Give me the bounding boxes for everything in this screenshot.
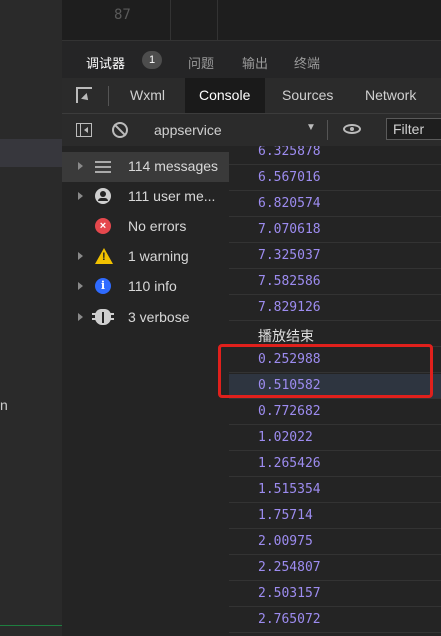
sidebar-item-warnings[interactable]: ! 1 warning — [62, 242, 229, 272]
sidebar-item-errors[interactable]: × No errors — [62, 212, 229, 242]
tab-output[interactable]: 输出 — [242, 53, 268, 72]
sidebar-item-verbose[interactable]: 3 verbose — [62, 303, 229, 333]
log-row: 6.325878 — [229, 146, 441, 165]
log-text: 播放结束 — [258, 329, 314, 345]
tab-network[interactable]: Network — [365, 87, 416, 103]
indent-guide — [217, 0, 218, 40]
tab-terminal[interactable]: 终端 — [294, 53, 320, 72]
tab-problems[interactable]: 问题 — [188, 53, 214, 72]
log-text: 1.75714 — [258, 508, 313, 523]
sidebar-item-user-messages[interactable]: 111 user me... — [62, 182, 229, 212]
devtools-tab-bar: Wxml Console Sources Network — [62, 78, 441, 114]
tab-console[interactable]: Console — [199, 87, 250, 103]
context-selector[interactable]: appservice — [154, 122, 222, 138]
divider — [327, 120, 328, 140]
console-sidebar: 114 messages 111 user me... × No errors … — [62, 146, 230, 636]
log-row: 7.325037 — [229, 244, 441, 269]
log-text: 0.772682 — [258, 404, 321, 419]
log-text: 2.503157 — [258, 586, 321, 601]
log-text: 1.02022 — [258, 430, 313, 445]
editor-area: 87 — [62, 0, 441, 40]
log-text: 7.829126 — [258, 300, 321, 315]
log-text: 1.265426 — [258, 456, 321, 471]
log-row: 6.820574 — [229, 192, 441, 217]
inspect-element-icon[interactable] — [76, 87, 92, 103]
log-text: 7.582586 — [258, 274, 321, 289]
annotation-highlight-box — [218, 344, 433, 398]
sidebar-toggle-icon[interactable] — [76, 123, 92, 137]
bug-icon — [92, 309, 114, 325]
log-row: 0.772682 — [229, 400, 441, 425]
log-row: 7.582586 — [229, 270, 441, 295]
log-row: 6.567016 — [229, 166, 441, 191]
divider — [108, 86, 109, 106]
sidebar-item-label: 3 verbose — [128, 309, 190, 325]
live-expression-eye-icon[interactable] — [343, 124, 361, 134]
user-icon — [95, 188, 111, 204]
debugger-badge: 1 — [142, 51, 162, 69]
list-icon — [95, 158, 111, 174]
sidebar-item-label: 111 user me... — [128, 188, 216, 204]
tab-debugger[interactable]: 调试器 — [86, 53, 126, 80]
log-row: 2.503157 — [229, 582, 441, 607]
sidebar-item-label: No errors — [128, 218, 187, 234]
log-text: 7.070618 — [258, 222, 321, 237]
selected-strip-item[interactable] — [0, 139, 62, 167]
expand-arrow-icon[interactable] — [78, 192, 83, 200]
warning-icon: ! — [95, 248, 113, 264]
editor-gutter: 87 — [62, 0, 171, 40]
filter-input[interactable] — [386, 118, 441, 140]
tab-wxml[interactable]: Wxml — [130, 87, 165, 103]
clear-console-icon[interactable] — [112, 122, 128, 138]
console-toolbar: appservice ▼ — [62, 114, 441, 147]
error-icon: × — [95, 218, 111, 234]
expand-arrow-icon[interactable] — [78, 162, 83, 170]
log-text: 6.325878 — [258, 146, 321, 159]
log-text: 6.567016 — [258, 170, 321, 185]
log-text: 2.00975 — [258, 534, 313, 549]
left-activity-strip: n — [0, 0, 63, 636]
expand-arrow-icon[interactable] — [78, 282, 83, 290]
log-text: 7.325037 — [258, 248, 321, 263]
log-row: 2.765072 — [229, 608, 441, 633]
tab-sources[interactable]: Sources — [282, 87, 333, 103]
log-text: 2.254807 — [258, 560, 321, 575]
sidebar-item-messages[interactable]: 114 messages — [62, 152, 229, 182]
log-row: 7.070618 — [229, 218, 441, 243]
expand-arrow-icon[interactable] — [78, 313, 83, 321]
log-row: 1.02022 — [229, 426, 441, 451]
info-icon: i — [95, 278, 111, 294]
sidebar-item-label: 110 info — [128, 278, 177, 294]
sidebar-item-label: 114 messages — [128, 158, 219, 174]
partial-text: n — [0, 397, 8, 413]
sidebar-item-label: 1 warning — [128, 248, 189, 264]
expand-arrow-icon[interactable] — [78, 252, 83, 260]
log-row: 1.75714 — [229, 504, 441, 529]
status-line — [0, 625, 62, 626]
sidebar-item-info[interactable]: i 110 info — [62, 272, 229, 302]
dropdown-caret-icon[interactable]: ▼ — [306, 122, 316, 133]
log-text: 2.765072 — [258, 612, 321, 627]
log-row: 2.254807 — [229, 556, 441, 581]
log-row: 1.265426 — [229, 452, 441, 477]
log-row: 7.829126 — [229, 296, 441, 321]
log-row: 1.515354 — [229, 478, 441, 503]
panel-tab-bar: 调试器 1 问题 输出 终端 — [62, 40, 441, 80]
log-text: 6.820574 — [258, 196, 321, 211]
line-number: 87 — [114, 7, 131, 23]
log-row: 2.00975 — [229, 530, 441, 555]
log-text: 1.515354 — [258, 482, 321, 497]
